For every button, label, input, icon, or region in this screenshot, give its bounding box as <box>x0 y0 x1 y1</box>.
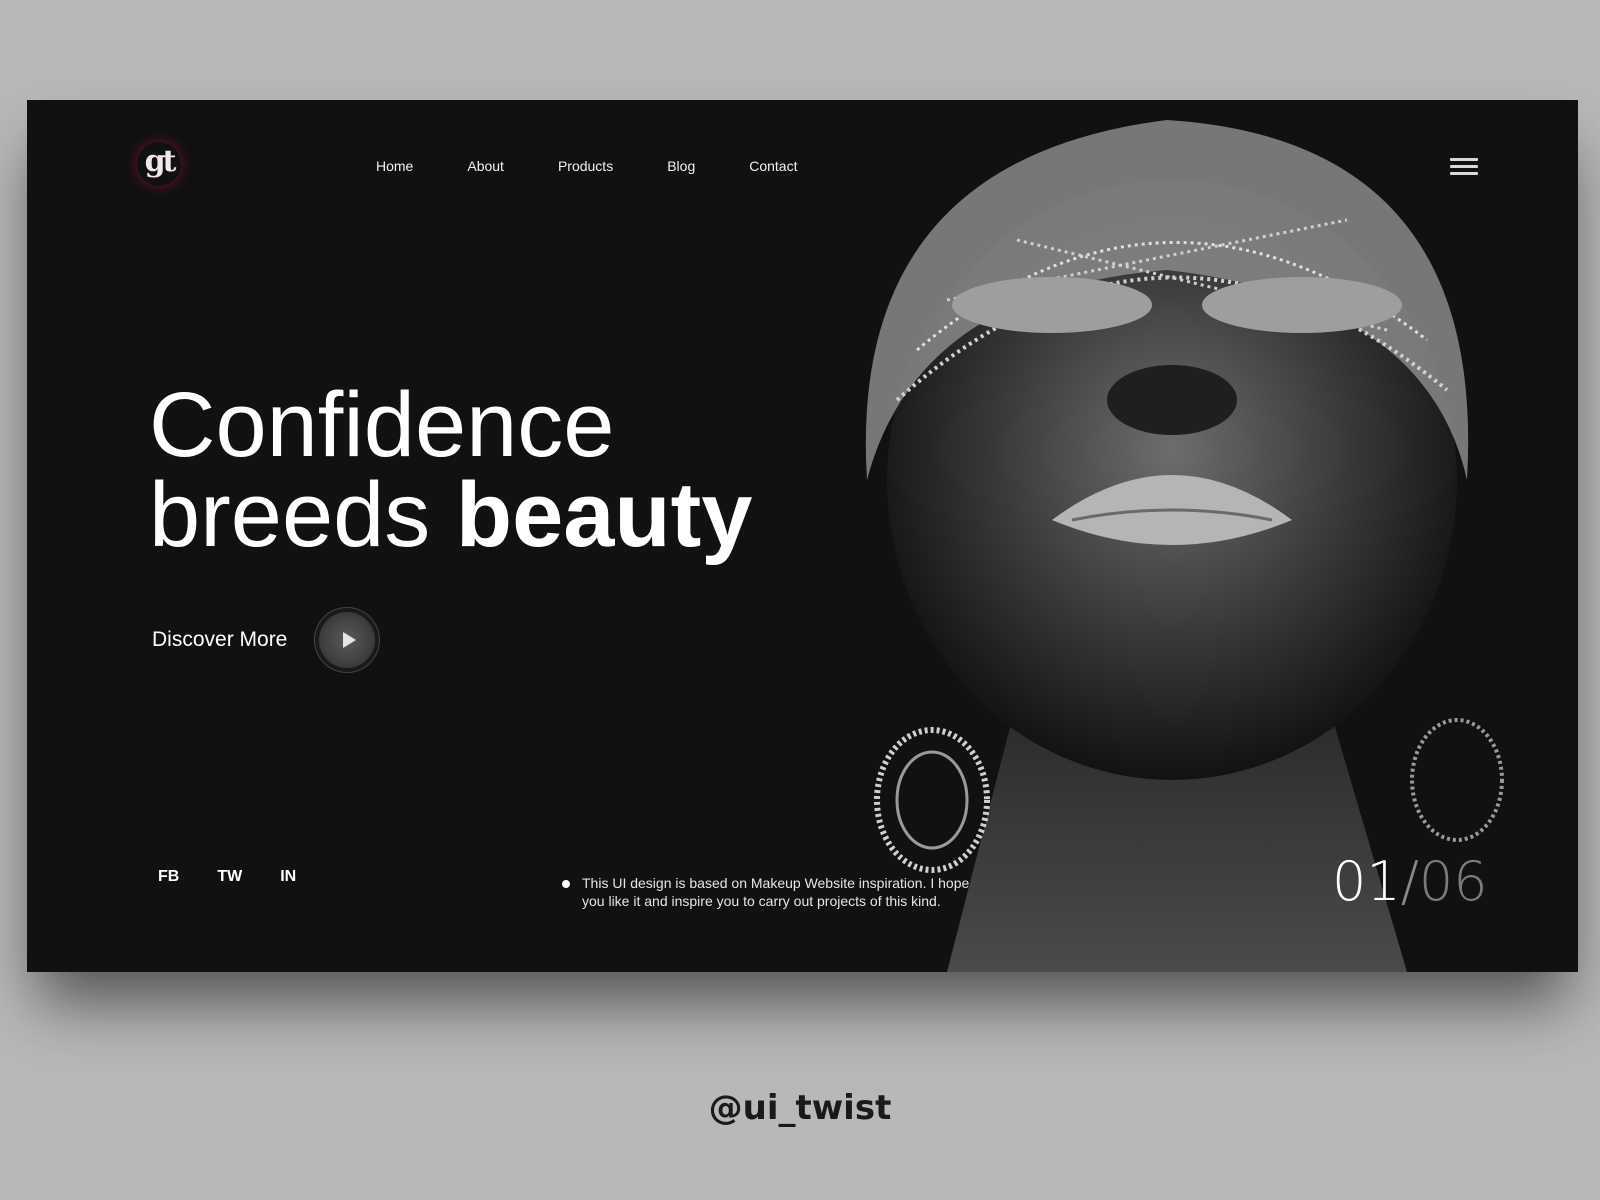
hamburger-menu-icon[interactable] <box>1450 158 1478 178</box>
play-icon[interactable] <box>319 612 376 668</box>
design-note-text: This UI design is based on Makeup Websit… <box>582 875 970 909</box>
social-links: FB TW IN <box>158 868 334 886</box>
social-link-tw[interactable]: TW <box>217 868 242 886</box>
watermark: @ui_twist <box>708 1088 892 1128</box>
bullet-icon <box>562 880 570 888</box>
main-nav: Home About Products Blog Contact <box>376 158 851 174</box>
pager-separator: / <box>1400 850 1419 913</box>
discover-more-button[interactable]: Discover More <box>152 612 376 668</box>
hero-headline: Confidence breeds beauty <box>149 379 752 561</box>
hero-photo <box>787 100 1578 972</box>
nav-about[interactable]: About <box>467 158 504 174</box>
nav-blog[interactable]: Blog <box>667 158 695 174</box>
hero-card: gt Home About Products Blog Contact Conf… <box>27 100 1578 972</box>
headline-line2-bold: beauty <box>455 464 753 566</box>
nav-home[interactable]: Home <box>376 158 413 174</box>
design-note: This UI design is based on Makeup Websit… <box>562 874 972 910</box>
headline-line1: Confidence <box>149 374 615 476</box>
headline-line2-regular: breeds <box>149 464 456 566</box>
nav-products[interactable]: Products <box>558 158 613 174</box>
social-link-in[interactable]: IN <box>280 868 296 886</box>
nav-contact[interactable]: Contact <box>749 158 797 174</box>
pager-total: 06 <box>1418 850 1488 913</box>
discover-more-label: Discover More <box>152 628 288 651</box>
social-link-fb[interactable]: FB <box>158 868 179 886</box>
brand-logo[interactable]: gt <box>137 142 181 186</box>
slide-pager: 01/06 <box>1332 852 1488 912</box>
page: gt Home About Products Blog Contact Conf… <box>0 0 1600 1200</box>
pager-current: 01 <box>1332 850 1401 913</box>
